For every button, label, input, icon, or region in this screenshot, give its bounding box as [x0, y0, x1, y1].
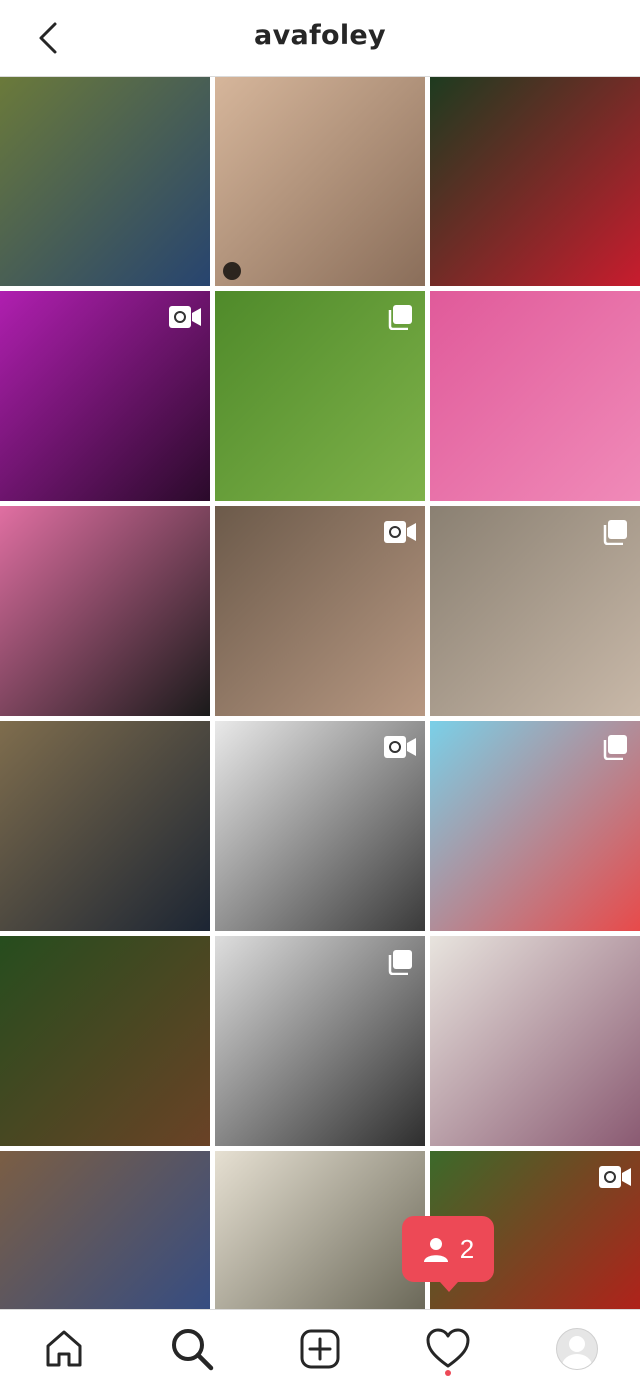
notification-count: 2 — [459, 1233, 475, 1264]
post-image — [0, 721, 210, 931]
carousel-icon — [603, 735, 627, 760]
post-image — [215, 1151, 425, 1309]
post-thumbnail-dance-studio[interactable] — [215, 721, 425, 931]
post-image — [0, 76, 210, 286]
tab-search[interactable] — [167, 1324, 217, 1374]
carousel-icon — [388, 305, 412, 330]
post-thumbnail-selfie[interactable] — [215, 76, 425, 286]
carousel-icon — [388, 950, 412, 975]
video-icon — [599, 1166, 631, 1188]
carousel-badge — [383, 948, 417, 976]
post-thumbnail-party-balloons[interactable] — [430, 721, 640, 931]
post-image — [0, 1151, 210, 1309]
post-thumbnail-deer-costume-jump[interactable] — [0, 936, 210, 1146]
post-thumbnail-curly-hair-portrait[interactable] — [0, 1151, 210, 1309]
avatar — [556, 1328, 598, 1370]
video-badge — [383, 733, 417, 761]
carousel-icon — [603, 520, 627, 545]
post-thumbnail-be-fearless[interactable] — [0, 506, 210, 716]
carousel-badge — [598, 733, 632, 761]
post-image — [215, 76, 425, 286]
post-image — [0, 936, 210, 1146]
video-icon — [169, 306, 201, 328]
posts-grid — [0, 76, 640, 1309]
post-thumbnail-group-of-girls[interactable] — [215, 506, 425, 716]
tab-new-post[interactable] — [295, 1324, 345, 1374]
heart-icon — [426, 1328, 470, 1368]
post-image — [430, 936, 640, 1146]
post-thumbnail-doll-and-bottle[interactable] — [430, 936, 640, 1146]
post-image — [430, 76, 640, 286]
post-image — [430, 291, 640, 501]
post-thumbnail-best-day-sign[interactable] — [215, 1151, 425, 1309]
home-icon — [46, 1330, 82, 1367]
video-badge — [598, 1163, 632, 1191]
post-thumbnail-girl-with-puppy[interactable] — [215, 291, 425, 501]
tab-profile[interactable] — [552, 1324, 602, 1374]
post-thumbnail-splits-studio[interactable] — [215, 936, 425, 1146]
post-thumbnail-siblings-hug[interactable] — [0, 721, 210, 931]
bottom-tab-bar — [0, 1309, 640, 1387]
tagged-user-icon — [223, 262, 241, 280]
video-icon — [384, 521, 416, 543]
video-icon — [384, 736, 416, 758]
post-thumbnail-denim-jacket[interactable] — [0, 76, 210, 286]
activity-indicator-dot — [445, 1370, 451, 1376]
video-badge — [383, 518, 417, 546]
tab-activity[interactable] — [423, 1324, 473, 1374]
post-thumbnail-pink-portrait[interactable] — [430, 291, 640, 501]
plus-square-icon — [300, 1329, 340, 1369]
carousel-badge — [383, 303, 417, 331]
top-bar: avafoley — [0, 0, 640, 77]
person-icon — [423, 1238, 448, 1262]
follow-notification-badge[interactable]: 2 — [402, 1216, 494, 1292]
video-badge — [168, 303, 202, 331]
search-icon — [172, 1329, 214, 1371]
tab-home[interactable] — [39, 1324, 89, 1374]
carousel-badge — [598, 518, 632, 546]
post-image — [0, 506, 210, 716]
page-title: avafoley — [254, 20, 386, 51]
post-thumbnail-red-polka-dress[interactable] — [430, 76, 640, 286]
post-thumbnail-baby-cuddle[interactable] — [430, 506, 640, 716]
post-thumbnail-purple-light[interactable] — [0, 291, 210, 501]
